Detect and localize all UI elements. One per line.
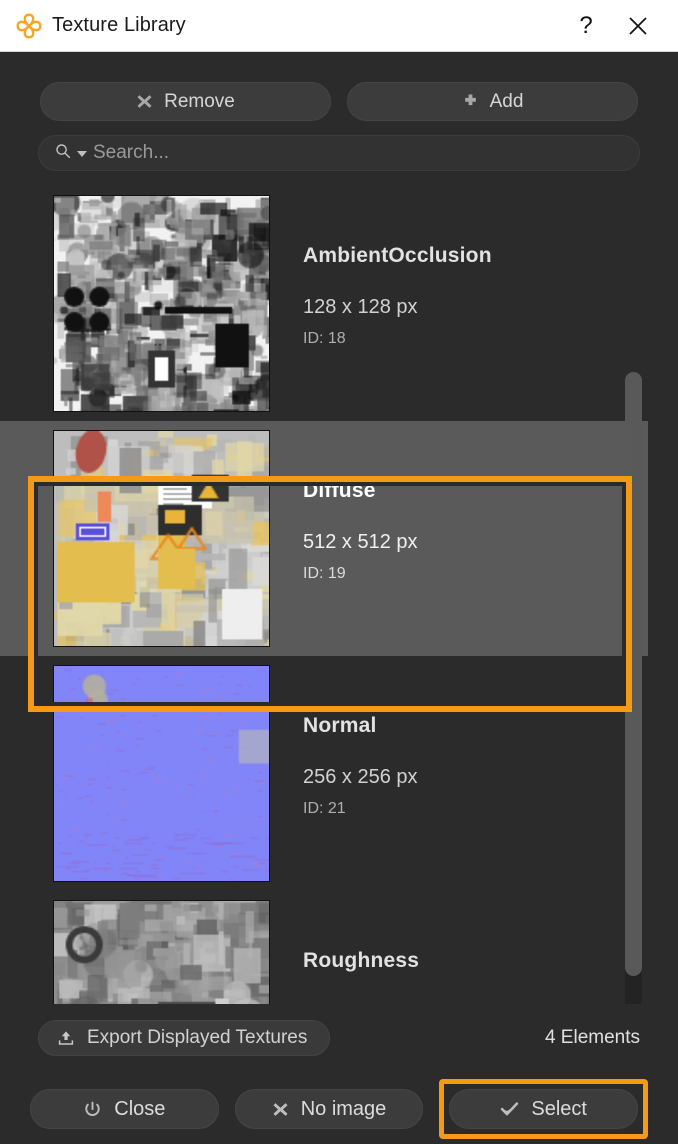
list-scrollbar[interactable] (625, 372, 642, 1004)
texture-library-dialog: Texture Library ? Remove Add Search... A… (0, 0, 678, 1144)
list-item[interactable]: Normal 256 x 256 px ID: 21 (0, 656, 648, 891)
window-title: Texture Library (52, 14, 186, 36)
list-item[interactable]: Diffuse 512 x 512 px ID: 19 (0, 421, 648, 656)
roughness-texture-thumbnail (53, 900, 270, 1004)
texture-dimensions: 128 x 128 px (303, 296, 418, 318)
close-button-label: Close (114, 1097, 166, 1120)
close-window-button[interactable] (612, 1, 664, 51)
no-image-button[interactable]: No image (234, 1089, 424, 1129)
search-icon (55, 143, 71, 164)
texture-name: Normal (303, 714, 377, 737)
check-icon (500, 1100, 519, 1119)
texture-list-inner: AmbientOcclusion 128 x 128 px ID: 18 Dif… (0, 186, 648, 1004)
search-input[interactable] (93, 142, 623, 164)
texture-dimensions: 256 x 256 px (303, 766, 418, 788)
remove-button[interactable]: Remove (40, 82, 331, 121)
list-item-meta: Diffuse 512 x 512 px ID: 19 (270, 421, 418, 583)
butterfly-logo-icon (14, 11, 44, 41)
texture-id: ID: 21 (303, 800, 346, 817)
plus-icon (462, 93, 479, 110)
ambient-occlusion-texture-thumbnail (53, 195, 270, 412)
no-image-button-label: No image (300, 1097, 387, 1120)
close-button[interactable]: Close (30, 1089, 219, 1129)
normal-map-texture-thumbnail (53, 665, 270, 882)
texture-name: AmbientOcclusion (303, 244, 492, 267)
texture-dimensions: 512 x 512 px (303, 531, 418, 553)
list-item[interactable]: AmbientOcclusion 128 x 128 px ID: 18 (0, 186, 648, 421)
search-bar[interactable] (38, 135, 640, 171)
search-area (0, 121, 678, 171)
texture-id: ID: 19 (303, 565, 346, 582)
texture-list[interactable]: AmbientOcclusion 128 x 128 px ID: 18 Dif… (0, 186, 678, 1004)
x-mark-icon (136, 93, 153, 110)
close-icon (627, 15, 649, 37)
chevron-down-icon[interactable] (77, 151, 87, 157)
select-button-wrap: Select (439, 1079, 649, 1139)
list-scrollbar-thumb[interactable] (625, 372, 642, 976)
help-button[interactable]: ? (560, 1, 612, 51)
add-button[interactable]: Add (347, 82, 638, 121)
remove-button-label: Remove (164, 90, 235, 112)
title-bar: Texture Library ? (0, 0, 678, 52)
texture-name: Diffuse (303, 479, 376, 502)
x-mark-icon (272, 1101, 289, 1118)
elements-count: 4 Elements (544, 1027, 640, 1048)
diffuse-texture-thumbnail (53, 430, 270, 647)
toolbar: Remove Add (0, 52, 678, 121)
select-button-label: Select (531, 1097, 587, 1120)
list-item-meta: Normal 256 x 256 px ID: 21 (270, 656, 418, 818)
select-button[interactable]: Select (449, 1089, 639, 1129)
texture-name: Roughness (303, 949, 420, 972)
list-item-meta: Roughness (270, 891, 419, 973)
add-button-label: Add (489, 90, 524, 112)
close-button-wrap: Close (30, 1089, 219, 1129)
texture-id: ID: 18 (303, 330, 346, 347)
footer-bar: Close No image Select (0, 1074, 678, 1144)
power-icon (83, 1100, 102, 1119)
no-image-button-wrap: No image (234, 1089, 424, 1129)
export-row: Export Displayed Textures 4 Elements (0, 1012, 678, 1064)
export-button-label: Export Displayed Textures (87, 1027, 308, 1048)
list-item-meta: AmbientOcclusion 128 x 128 px ID: 18 (270, 186, 492, 348)
export-displayed-textures-button[interactable]: Export Displayed Textures (38, 1020, 331, 1056)
upload-icon (57, 1029, 75, 1047)
dialog-body: Remove Add Search... AmbientOcclusion 12… (0, 52, 678, 1144)
list-item[interactable]: Roughness (0, 891, 648, 1004)
